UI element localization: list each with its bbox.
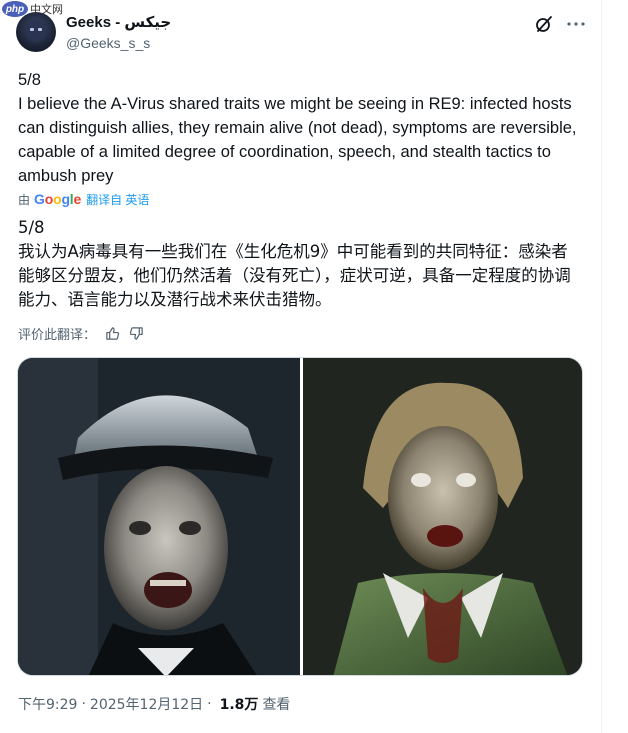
avatar-eye-left — [30, 28, 34, 31]
zombie-officer-image[interactable] — [18, 358, 300, 675]
rate-translation-label: 评价此翻译： — [18, 327, 97, 343]
view-count-label: 查看 — [262, 697, 291, 713]
tweet-header: Geeks - جيكس @Geeks_s_s — [16, 12, 586, 54]
avatar-face — [26, 20, 46, 42]
time-date-separator: · — [81, 696, 86, 712]
header-actions — [534, 14, 586, 34]
translated-by-label: 由 — [18, 192, 31, 207]
tweet-body-chinese: 我认为A病毒具有一些我们在《生化危机9》中可能看到的共同特征：感染者能够区分盟友… — [18, 242, 571, 309]
post-time[interactable]: 下午9:29 — [18, 694, 77, 714]
thumbs-up-icon[interactable] — [104, 325, 120, 341]
view-count[interactable]: 1.8万 — [220, 694, 259, 714]
tweet-page: php 中文网 Geeks - جيكس @Geeks_s_s 5/8 I be… — [0, 0, 602, 733]
watermark-text: 中文网 — [30, 3, 63, 16]
avatar-eye-right — [38, 28, 42, 31]
google-logo: Google — [34, 191, 82, 207]
more-options-icon[interactable] — [566, 14, 586, 34]
date-views-separator: · — [207, 696, 212, 712]
grok-slash-icon[interactable] — [534, 14, 554, 34]
tweet-index: 5/8 — [18, 71, 41, 89]
translation-attribution: 由 Google 翻译自 英语 — [18, 190, 149, 208]
user-handle[interactable]: @Geeks_s_s — [66, 33, 171, 53]
media-gallery — [17, 357, 583, 676]
post-date[interactable]: 2025年12月12日 — [90, 694, 203, 714]
tweet-index-translated: 5/8 — [18, 218, 45, 237]
translated-from-link[interactable]: 翻译自 英语 — [86, 191, 149, 208]
php-logo: php — [2, 1, 28, 17]
display-name[interactable]: Geeks - جيكس — [66, 14, 171, 32]
site-watermark: php 中文网 — [0, 0, 63, 18]
tweet-timestamp: 下午9:29 · 2025年12月12日 · 1.8万 查看 — [18, 694, 290, 714]
tweet-text-translated: 5/8 我认为A病毒具有一些我们在《生化危机9》中可能看到的共同特征：感染者能够… — [18, 216, 584, 312]
thumbs-down-icon[interactable] — [128, 325, 144, 341]
tweet-text-original: 5/8 I believe the A-Virus shared traits … — [18, 68, 584, 188]
tweet-body-english: I believe the A-Virus shared traits we m… — [18, 95, 577, 185]
zombie-woman-image[interactable] — [303, 358, 582, 675]
rate-translation: 评价此翻译： — [18, 324, 144, 343]
avatar[interactable] — [16, 12, 56, 52]
user-info[interactable]: Geeks - جيكس @Geeks_s_s — [66, 14, 171, 53]
